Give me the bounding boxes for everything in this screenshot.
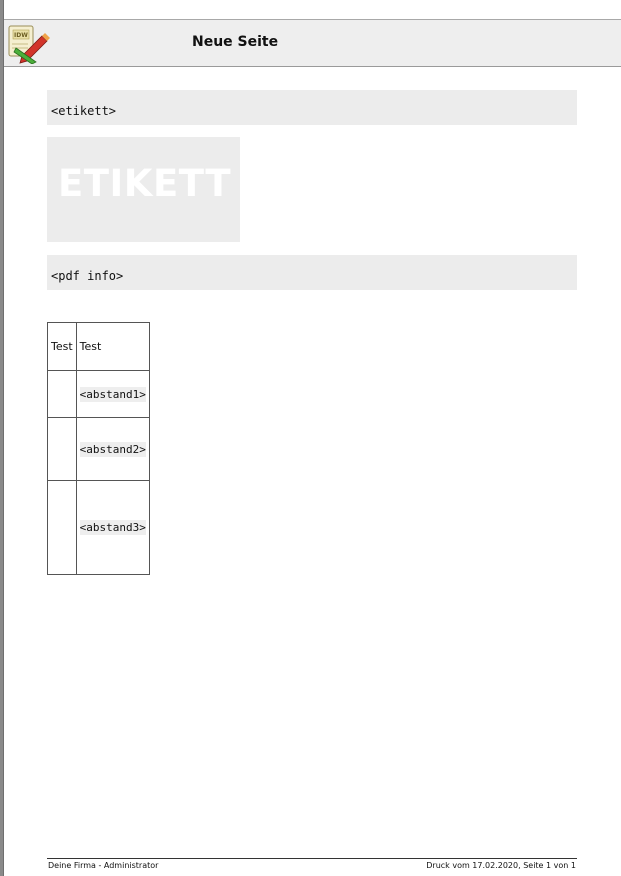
table-cell: [47, 480, 77, 575]
table-row: <abstand1>: [47, 370, 150, 418]
app-logo-icon: IDW: [6, 22, 50, 65]
page-title: Neue Seite: [192, 34, 279, 50]
table-header-cell: Test: [47, 322, 77, 371]
page-top-strip: [4, 0, 621, 20]
table-cell: [47, 417, 77, 481]
abstand-placeholder: <abstand1>: [79, 386, 146, 402]
table-row: <abstand2>: [47, 417, 150, 481]
table-header-row: Test Test: [47, 322, 150, 371]
footer-divider: [47, 858, 577, 859]
etikett-placeholder-field: <etikett>: [47, 90, 577, 125]
table-cell: <abstand1>: [75, 370, 150, 418]
table-cell: <abstand3>: [75, 480, 150, 575]
test-table: Test Test <abstand1> <abstand2> <abstand…: [47, 322, 150, 575]
abstand-placeholder: <abstand2>: [79, 441, 146, 457]
page-header: IDW Neue Seite: [4, 20, 621, 67]
pdf-info-placeholder-field: <pdf info>: [47, 255, 577, 290]
table-row: <abstand3>: [47, 480, 150, 575]
etikett-label-text: ETIKETT: [58, 162, 232, 205]
abstand-placeholder: <abstand3>: [79, 520, 146, 535]
table-cell: [47, 370, 77, 418]
document-page: IDW Neue Seite <etikett> ETIKETT <pdf in…: [3, 0, 621, 876]
footer-company-user: Deine Firma - Administrator: [48, 861, 159, 870]
table-header-cell: Test: [75, 322, 150, 371]
svg-text:IDW: IDW: [14, 32, 28, 39]
table-cell: <abstand2>: [75, 417, 150, 481]
footer-print-info: Druck vom 17.02.2020, Seite 1 von 1: [426, 861, 576, 870]
etikett-label-box: ETIKETT: [47, 137, 240, 242]
